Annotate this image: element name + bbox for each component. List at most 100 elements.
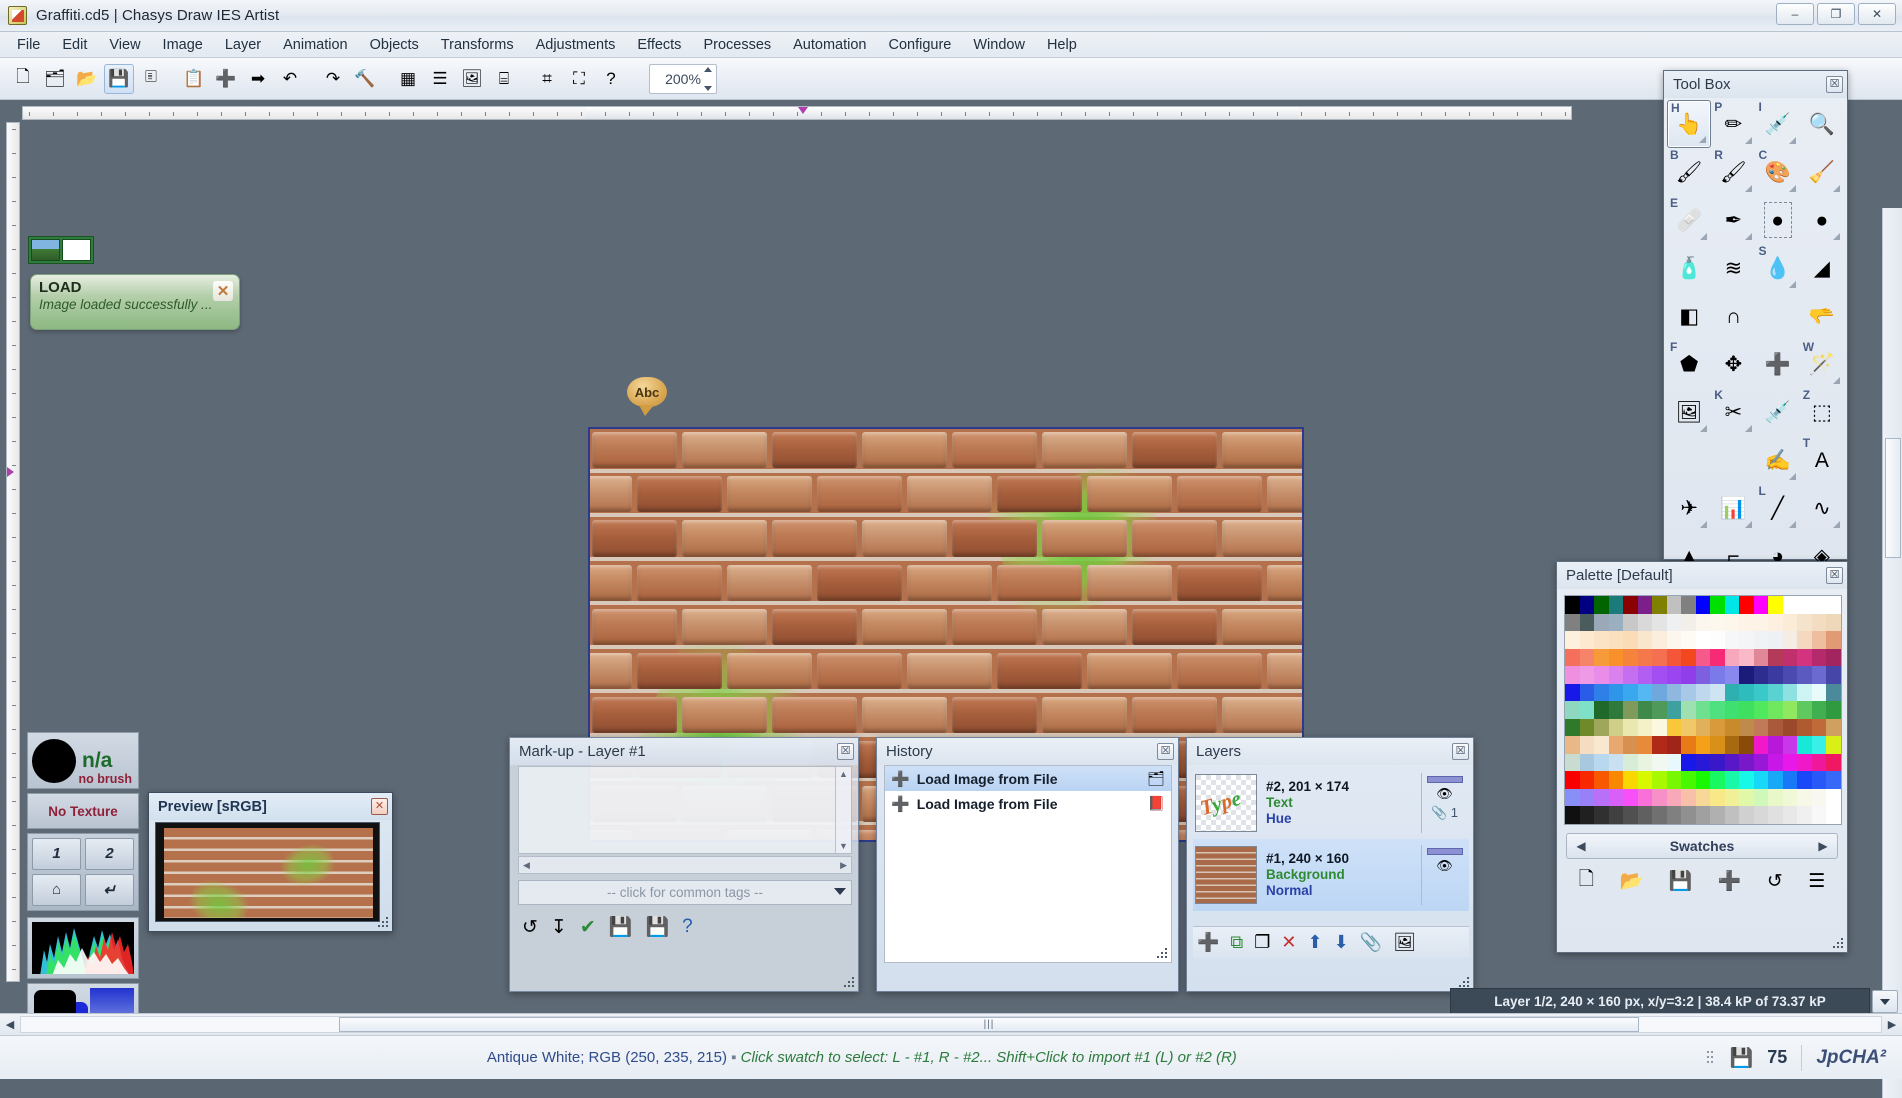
preview-resize-grip[interactable]	[377, 917, 389, 929]
palette-swatch[interactable]	[1681, 771, 1696, 789]
history-close-icon[interactable]: ☒	[1157, 743, 1174, 760]
palette-swatch[interactable]	[1739, 736, 1754, 754]
palette-swatch[interactable]	[1666, 718, 1682, 737]
palette-swatch[interactable]	[1797, 701, 1812, 719]
sort-markup-icon[interactable]: ↧	[551, 916, 567, 939]
scroll-thumb[interactable]: |||	[339, 1017, 1639, 1032]
preview-image[interactable]	[155, 822, 380, 922]
palette-swatch[interactable]	[1652, 788, 1667, 807]
palette-swatch[interactable]	[1768, 613, 1783, 632]
palette-swatch[interactable]	[1768, 631, 1783, 649]
palette-swatch[interactable]	[1811, 718, 1827, 737]
palette-swatch[interactable]	[1637, 683, 1653, 702]
palette-swatch[interactable]	[1565, 753, 1580, 772]
save-palette-icon[interactable]: 💾	[1669, 869, 1693, 893]
gradient-tool[interactable]: ◧	[1667, 292, 1711, 340]
tool-more-icon[interactable]	[1738, 137, 1752, 144]
palette-swatch[interactable]	[1623, 631, 1638, 649]
palette-swatch[interactable]	[1608, 701, 1624, 719]
palette-swatch[interactable]	[1565, 666, 1580, 684]
palette-swatch[interactable]	[1666, 753, 1682, 772]
palette-swatch[interactable]	[1637, 718, 1653, 737]
palette-swatch[interactable]	[1782, 596, 1798, 614]
add-color-icon[interactable]: ➕	[1718, 869, 1742, 893]
palette-swatch[interactable]	[1579, 718, 1595, 737]
palette-swatch[interactable]	[1826, 718, 1841, 737]
palette-swatch[interactable]	[1811, 613, 1827, 632]
palette-swatch[interactable]	[1666, 631, 1682, 649]
palette-swatch[interactable]	[1768, 788, 1783, 807]
palette-swatch[interactable]	[1768, 806, 1783, 824]
palette-swatch[interactable]	[1637, 771, 1653, 789]
palette-swatch[interactable]	[1739, 753, 1754, 772]
palette-swatch[interactable]	[1768, 596, 1783, 614]
open-recent-button[interactable]: 📂	[72, 64, 102, 94]
palette-swatch[interactable]	[1666, 596, 1682, 614]
scroll-right-icon[interactable]: ▶	[1882, 1018, 1902, 1031]
layer-visibility-eye-icon[interactable]: 👁	[1436, 786, 1453, 802]
palette-swatch[interactable]	[1797, 771, 1812, 789]
palette-swatch[interactable]	[1753, 683, 1769, 702]
empty-slot-3[interactable]	[1711, 436, 1755, 484]
move-layer-up-icon[interactable]: ⬆	[1308, 932, 1323, 953]
palette-swatch[interactable]	[1768, 666, 1783, 684]
palette-swatch[interactable]	[1637, 648, 1653, 667]
palette-swatch[interactable]	[1768, 701, 1783, 719]
airbrush-tool[interactable]: 🧴	[1667, 244, 1711, 292]
layer-row[interactable]: #1, 240 × 160 Background Normal 👁	[1193, 839, 1469, 911]
palette-swatch[interactable]	[1637, 736, 1653, 754]
palette-swatch[interactable]	[1782, 736, 1798, 754]
palette-swatch[interactable]	[1739, 648, 1754, 667]
palette-swatch[interactable]	[1681, 753, 1696, 772]
scroll-left-icon[interactable]: ◀	[0, 1018, 20, 1031]
palette-swatch[interactable]	[1826, 753, 1841, 772]
palette-swatch[interactable]	[1695, 771, 1711, 789]
tool-more-icon[interactable]	[1738, 521, 1752, 528]
hand-tool[interactable]: H 👆	[1667, 100, 1712, 148]
palette-swatch[interactable]	[1768, 648, 1783, 667]
open-file-button[interactable]: 🗂	[40, 64, 70, 94]
menu-item-configure[interactable]: Configure	[878, 34, 963, 56]
palette-swatch[interactable]	[1739, 683, 1754, 702]
palette-swatch[interactable]	[1695, 788, 1711, 807]
new-file-button[interactable]: 🗋	[8, 64, 38, 94]
palette-swatch[interactable]	[1768, 736, 1783, 754]
palette-swatch[interactable]	[1608, 613, 1624, 632]
palette-swatch[interactable]	[1797, 736, 1812, 754]
palette-swatch[interactable]	[1681, 701, 1696, 719]
tool-more-icon[interactable]	[1693, 521, 1708, 528]
palette-swatch[interactable]	[1594, 753, 1609, 772]
layer-opacity-slider[interactable]	[1426, 848, 1463, 855]
pencil-tool[interactable]: P ✏	[1711, 100, 1755, 148]
palette-swatch[interactable]	[1681, 631, 1696, 649]
palette-swatch[interactable]	[1797, 718, 1812, 737]
palette-swatch[interactable]	[1797, 613, 1812, 632]
palette-swatch[interactable]	[1811, 666, 1827, 684]
palette-swatch[interactable]	[1753, 806, 1769, 824]
markup-tags-dropdown[interactable]: -- click for common tags --	[518, 880, 852, 905]
palette-swatch[interactable]	[1811, 753, 1827, 772]
palette-swatch[interactable]	[1739, 788, 1754, 807]
zoom-spinner[interactable]	[702, 66, 714, 91]
palette-resize-grip[interactable]	[1832, 938, 1844, 950]
palette-swatch[interactable]	[1565, 648, 1580, 667]
palette-swatch[interactable]	[1652, 666, 1667, 684]
palette-swatch[interactable]	[1710, 718, 1725, 737]
palette-swatch[interactable]	[1782, 666, 1798, 684]
scroll-track[interactable]: |||	[20, 1016, 1882, 1033]
palette-swatch[interactable]	[1637, 701, 1653, 719]
palette-swatch[interactable]	[1666, 701, 1682, 719]
apply-markup-icon[interactable]: ✔	[580, 916, 596, 939]
palette-swatch[interactable]	[1739, 771, 1754, 789]
palette-swatch[interactable]	[1811, 683, 1827, 702]
move-layer-tool[interactable]: 🖼	[1667, 388, 1711, 436]
palette-swatch[interactable]	[1724, 613, 1740, 632]
palette-swatch[interactable]	[1608, 771, 1624, 789]
palette-swatch[interactable]	[1608, 718, 1624, 737]
palette-swatch[interactable]	[1681, 788, 1696, 807]
palette-swatch[interactable]	[1594, 683, 1609, 702]
pattern-brush-tool[interactable]: 🧹	[1800, 148, 1844, 196]
palette-swatch[interactable]	[1666, 771, 1682, 789]
palette-swatch[interactable]	[1826, 701, 1841, 719]
palette-swatch[interactable]	[1826, 788, 1841, 807]
